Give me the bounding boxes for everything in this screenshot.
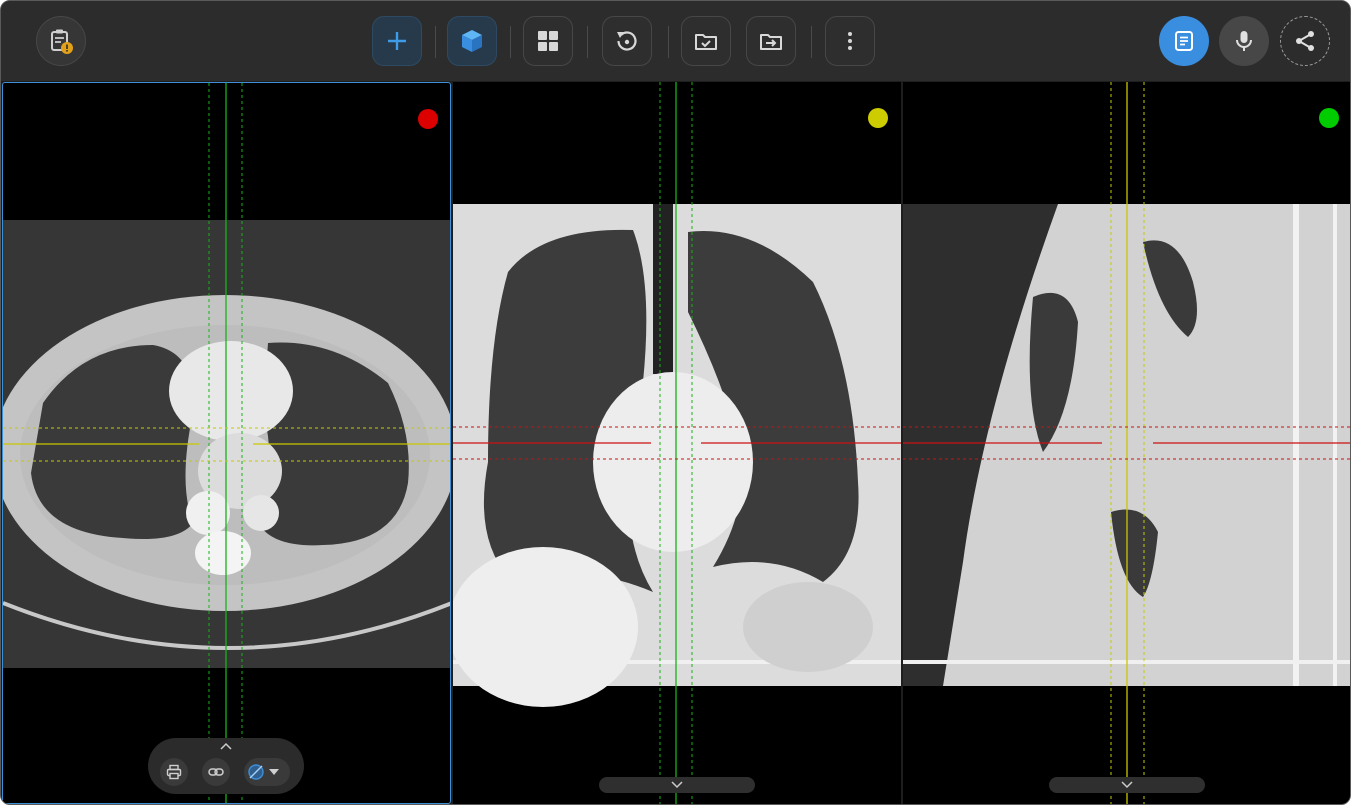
cube-icon (462, 30, 482, 52)
print-icon (166, 764, 182, 780)
hide-annotations-icon (248, 764, 264, 780)
toolbar-divider (668, 26, 669, 58)
microphone-icon (1236, 31, 1252, 51)
toolbar-divider (811, 26, 812, 58)
app-window (0, 0, 1351, 805)
chevron-up-icon[interactable] (220, 742, 232, 750)
sagittal-expand-handle[interactable] (1049, 777, 1205, 793)
report-button[interactable] (1159, 16, 1209, 66)
clipboard-warning-icon (51, 29, 73, 54)
reset-view-button[interactable] (602, 16, 652, 66)
3d-view-button[interactable] (447, 16, 497, 66)
coronal-reference-lines (453, 82, 901, 804)
add-button[interactable] (372, 16, 422, 66)
viewport-mini-toolbar (148, 738, 304, 794)
coronal-color-indicator (868, 108, 888, 128)
axial-viewport[interactable] (2, 82, 451, 804)
more-options-button[interactable] (825, 16, 875, 66)
save-study-button[interactable] (681, 16, 731, 66)
link-button[interactable] (202, 758, 230, 786)
dictation-button[interactable] (1219, 16, 1269, 66)
caret-down-icon (269, 769, 279, 775)
top-toolbar (1, 1, 1350, 81)
reset-rotate-icon (617, 31, 637, 51)
folder-export-icon (760, 34, 782, 50)
toolbar-divider (510, 26, 511, 58)
print-button[interactable] (160, 758, 188, 786)
sagittal-reference-lines (903, 82, 1350, 804)
share-icon (1296, 31, 1314, 51)
layout-button[interactable] (523, 16, 573, 66)
sagittal-color-indicator (1319, 108, 1339, 128)
toolbar-divider (587, 26, 588, 58)
annotation-visibility-button[interactable] (244, 758, 290, 786)
toolbar-divider (435, 26, 436, 58)
chevron-down-icon (671, 781, 683, 789)
grid-layout-icon (538, 31, 558, 51)
axial-reference-lines (3, 83, 450, 803)
axial-color-indicator (418, 109, 438, 129)
export-study-button[interactable] (746, 16, 796, 66)
share-button[interactable] (1280, 16, 1330, 66)
more-vertical-icon (848, 32, 852, 50)
coronal-expand-handle[interactable] (599, 777, 755, 793)
link-icon (208, 768, 224, 776)
folder-check-icon (695, 34, 717, 50)
chevron-down-icon (1121, 781, 1133, 789)
report-icon (1175, 31, 1193, 51)
worklist-button[interactable] (36, 16, 86, 66)
coronal-viewport[interactable] (453, 82, 901, 804)
sagittal-viewport[interactable] (903, 82, 1350, 804)
plus-icon (388, 32, 406, 50)
